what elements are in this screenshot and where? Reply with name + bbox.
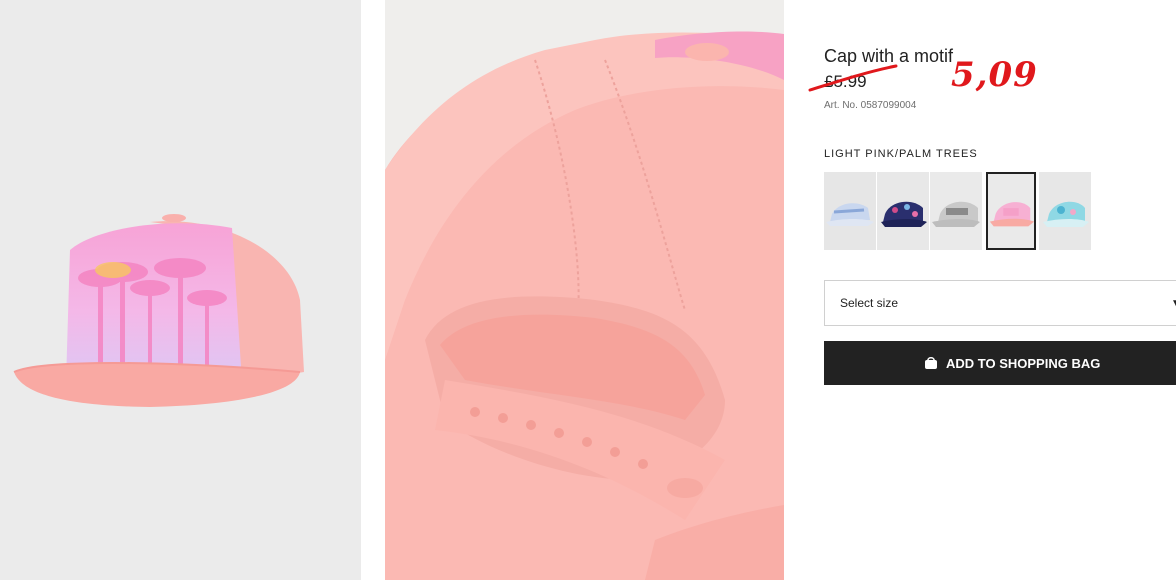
selected-color-label: LIGHT PINK/PALM TREES	[824, 148, 978, 160]
size-select[interactable]: Select size ▼	[824, 280, 1176, 326]
swatch-navy-print[interactable]	[877, 172, 929, 250]
cap-thumbnail-icon	[1039, 172, 1091, 250]
swatch-grey-nyc[interactable]	[930, 172, 982, 250]
image-gap	[361, 0, 385, 580]
shopping-bag-icon	[925, 357, 937, 369]
product-image-back[interactable]	[385, 0, 784, 580]
cap-thumbnail-icon	[877, 172, 929, 250]
product-info-panel: Cap with a motif £5.99 5,09 Art. No. 058…	[784, 0, 1176, 580]
article-number: Art. No. 0587099004	[824, 100, 917, 111]
product-image-front[interactable]	[0, 0, 361, 580]
cap-back-illustration	[385, 0, 784, 580]
cap-thumbnail-icon	[930, 172, 982, 250]
cap-thumbnail-icon	[986, 173, 1036, 249]
cap-thumbnail-icon	[824, 172, 876, 250]
size-select-label: Select size	[840, 296, 899, 310]
swatch-turquoise-print[interactable]	[1039, 172, 1091, 250]
color-swatches	[824, 172, 1092, 250]
chevron-down-icon: ▼	[1171, 298, 1176, 309]
cap-front-illustration	[0, 0, 361, 580]
add-to-bag-button[interactable]: ADD TO SHOPPING BAG	[824, 341, 1176, 385]
new-price-annotation: 5,09	[951, 55, 1038, 95]
add-to-bag-label: ADD TO SHOPPING BAG	[946, 356, 1101, 371]
swatch-blue-white[interactable]	[824, 172, 876, 250]
price-strikethrough-mark	[808, 64, 898, 92]
swatch-light-pink-palm-trees[interactable]	[986, 172, 1036, 250]
